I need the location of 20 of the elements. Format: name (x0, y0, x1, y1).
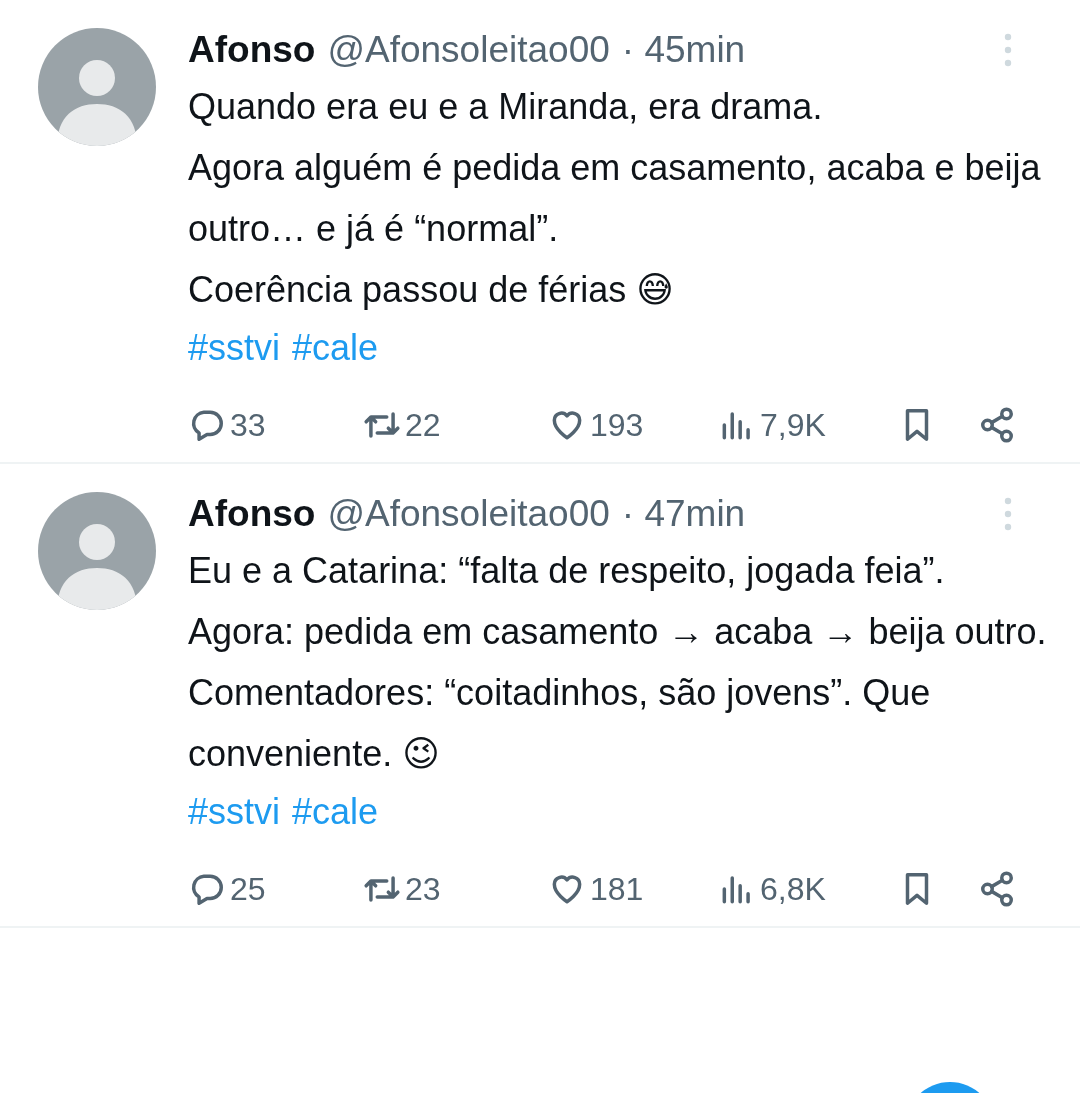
repost-button[interactable]: 22 (363, 406, 548, 444)
author-handle[interactable]: @Afonsoleitao00 (327, 28, 610, 72)
like-button[interactable]: 193 (548, 406, 718, 444)
post-time: · 47min (621, 492, 746, 536)
like-button[interactable]: 181 (548, 870, 718, 908)
post-time: · 45min (621, 28, 746, 72)
share-button[interactable] (978, 406, 1016, 444)
repost-button[interactable]: 23 (363, 870, 548, 908)
views-button[interactable]: 7,9K (718, 406, 898, 444)
share-icon (978, 406, 1016, 444)
post-text: Eu e a Catarina: “falta de respeito, jogada feia”. Agora: pedida em casamento → acaba → beija outro. Comentadores: “coitadinhos, são jovens”. Que conveniente. 😉 (188, 549, 1048, 776)
author-handle[interactable]: @Afonsoleitao00 (327, 492, 610, 536)
reply-button[interactable]: 33 (188, 406, 363, 444)
share-icon (978, 870, 1016, 908)
author-name[interactable]: Afonso (188, 492, 316, 536)
post-text: Quando era eu e a Miranda, era drama. Agora alguém é pedida em casamento, acaba e beija outro… e já é “normal”. Coerência passou de férias 😅 (188, 85, 1042, 312)
share-button[interactable] (978, 870, 1016, 908)
reply-button[interactable]: 25 (188, 870, 363, 908)
views-button[interactable]: 6,8K (718, 870, 898, 908)
author-name[interactable]: Afonso (188, 28, 316, 72)
